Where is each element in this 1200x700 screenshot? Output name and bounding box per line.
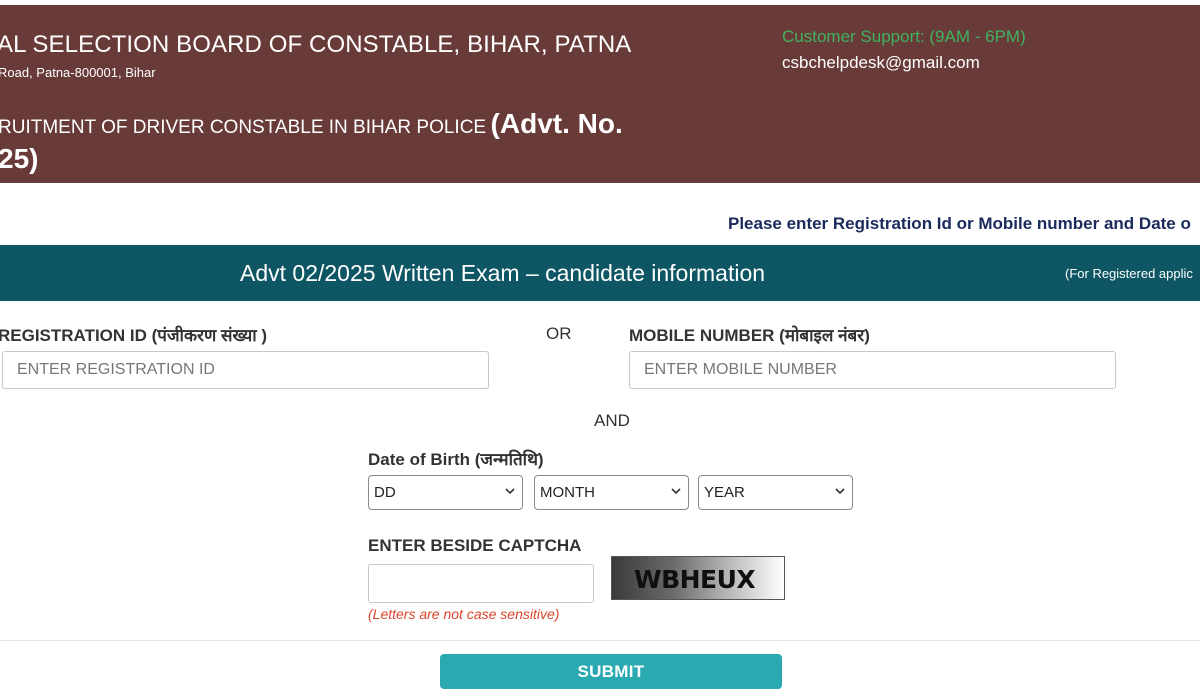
dob-day-select[interactable]: DD — [368, 475, 523, 510]
mobile-number-label: MOBILE NUMBER (मोबाइल नंबर) — [629, 326, 870, 345]
customer-support-label: Customer Support: (9AM - 6PM) — [782, 27, 1026, 46]
captcha-hint: (Letters are not case sensitive) — [368, 606, 560, 622]
chevron-down-icon — [505, 488, 515, 495]
dob-year-select[interactable]: YEAR — [698, 475, 853, 510]
site-header: AL SELECTION BOARD OF CONSTABLE, BIHAR, … — [0, 5, 1200, 183]
recruitment-advt-number: 25) — [0, 143, 39, 174]
form-note: (For Registered applic — [1065, 266, 1193, 281]
submit-button[interactable]: SUBMIT — [440, 654, 782, 689]
recruitment-advt-text: (Advt. No. — [490, 108, 623, 139]
form-title: Advt 02/2025 Written Exam – candidate in… — [240, 260, 766, 286]
dob-year-value: YEAR — [704, 484, 745, 501]
dob-label: Date of Birth (जन्मतिथि) — [368, 450, 544, 469]
captcha-input[interactable] — [368, 564, 594, 603]
instruction-text: Please enter Registration Id or Mobile n… — [728, 214, 1191, 233]
or-separator: OR — [546, 324, 572, 343]
chevron-down-icon — [835, 488, 845, 495]
form-divider — [0, 640, 1200, 641]
registration-id-input[interactable] — [2, 351, 489, 389]
recruitment-title: RUITMENT OF DRIVER CONSTABLE IN BIHAR PO… — [0, 109, 638, 179]
org-address: Road, Patna-800001, Bihar — [0, 65, 156, 80]
form-title-bar: Advt 02/2025 Written Exam – candidate in… — [0, 245, 1200, 301]
org-name: AL SELECTION BOARD OF CONSTABLE, BIHAR, … — [0, 31, 632, 58]
recruitment-title-text: RUITMENT OF DRIVER CONSTABLE IN BIHAR PO… — [0, 117, 487, 138]
and-separator: AND — [594, 411, 630, 430]
dob-month-select[interactable]: MONTH — [534, 475, 689, 510]
dob-month-value: MONTH — [540, 484, 595, 501]
support-email[interactable]: csbchelpdesk@gmail.com — [782, 53, 980, 73]
mobile-number-input[interactable] — [629, 351, 1116, 389]
dob-day-value: DD — [374, 484, 396, 501]
captcha-text: WBHEUX — [634, 565, 756, 594]
captcha-image: WBHEUX — [611, 556, 785, 600]
registration-id-label: REGISTRATION ID (पंजीकरण संख्या ) — [0, 326, 268, 345]
chevron-down-icon — [671, 488, 681, 495]
captcha-label: ENTER BESIDE CAPTCHA — [368, 536, 582, 555]
